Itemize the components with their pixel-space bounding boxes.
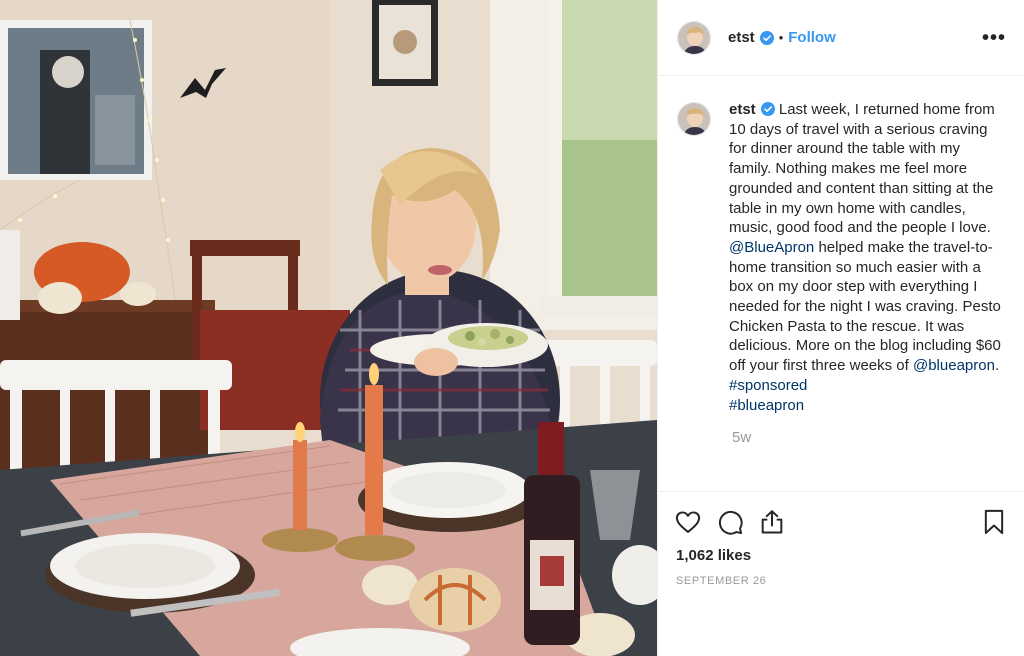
caption-body-3: . <box>994 357 1000 375</box>
caption-body-2: helped make the travel-to-home transitio… <box>729 238 1001 375</box>
share-button[interactable] <box>758 508 786 536</box>
caption-comment: etst Last week, I returned home from 10 … <box>677 100 1006 415</box>
comment-icon <box>718 510 743 535</box>
separator-dot: • <box>778 30 784 45</box>
caption-body-1: Last week, I returned home from 10 days … <box>729 101 995 237</box>
dinner-table-photo <box>0 0 657 656</box>
comments-section: etst Last week, I returned home from 10 … <box>658 76 1024 491</box>
hashtag-blueapron[interactable]: #blueapron <box>729 397 804 414</box>
more-options-icon[interactable]: ••• <box>982 28 1006 48</box>
instagram-post: etst • Follow ••• etst Last week, I retu… <box>0 0 1024 656</box>
avatar-image <box>678 103 710 135</box>
verified-badge-icon <box>760 102 775 116</box>
share-icon <box>761 509 783 533</box>
heart-icon <box>675 510 701 533</box>
avatar-image <box>678 21 710 54</box>
post-header: etst • Follow ••• <box>658 0 1024 76</box>
save-button[interactable] <box>980 508 1008 536</box>
comment-button[interactable] <box>716 508 744 536</box>
follow-button[interactable]: Follow <box>788 29 836 46</box>
caption-text: etst Last week, I returned home from 10 … <box>729 100 1006 415</box>
caption-avatar[interactable] <box>677 102 711 136</box>
caption-age[interactable]: 5w <box>732 429 1006 446</box>
post-date[interactable]: SEPTEMBER 26 <box>658 575 1024 587</box>
avatar[interactable] <box>677 20 711 55</box>
mention-blueapron-2[interactable]: @blueapron <box>913 357 995 374</box>
post-photo[interactable] <box>0 0 657 656</box>
like-button[interactable] <box>674 508 702 536</box>
caption-username[interactable]: etst <box>729 101 756 118</box>
bookmark-icon <box>984 509 1004 534</box>
username-link[interactable]: etst <box>728 29 755 46</box>
hashtag-sponsored[interactable]: #sponsored <box>729 377 807 394</box>
mention-blueapron-1[interactable]: @BlueApron <box>729 239 814 256</box>
verified-badge-icon <box>759 30 774 45</box>
action-bar <box>658 491 1024 551</box>
like-count[interactable]: 1,062 likes <box>658 547 1024 564</box>
post-side-panel: etst • Follow ••• etst Last week, I retu… <box>657 0 1024 656</box>
